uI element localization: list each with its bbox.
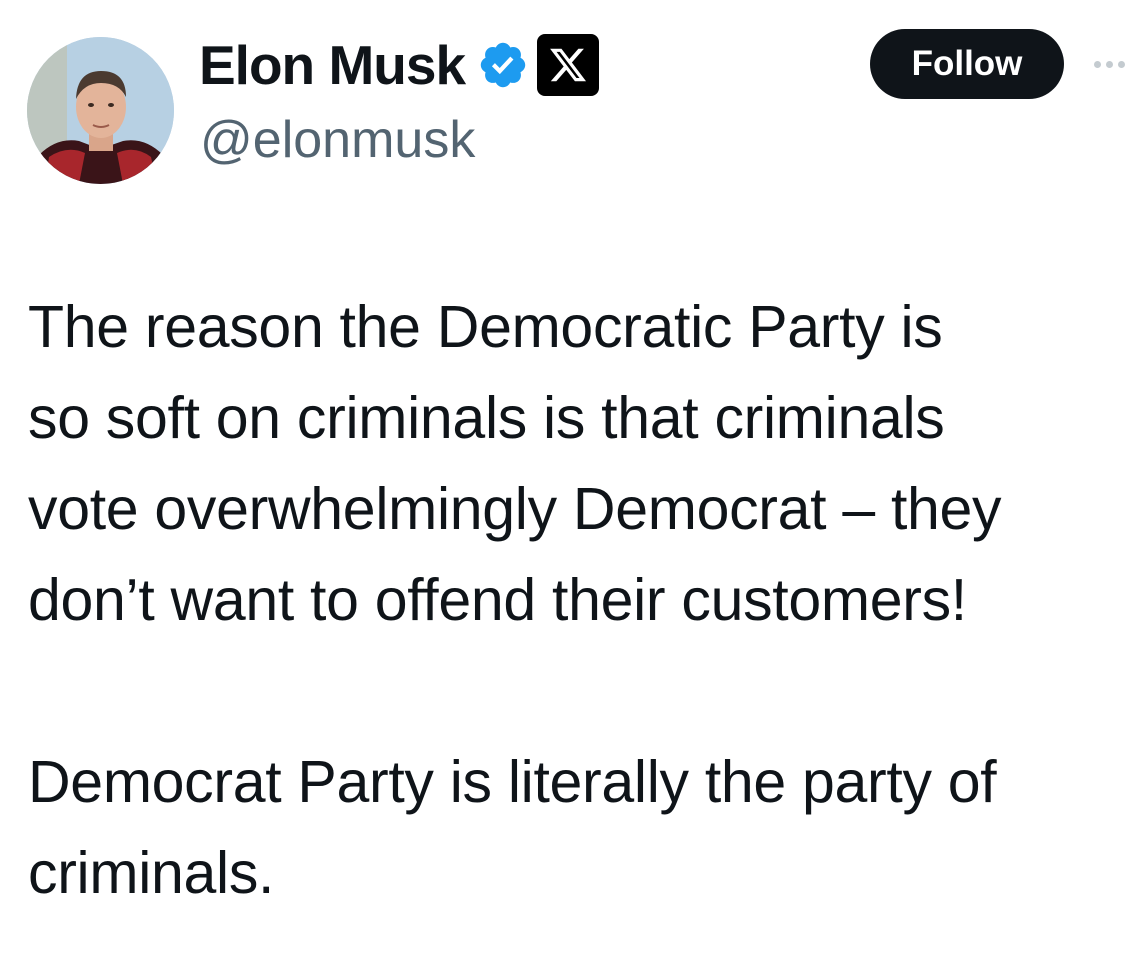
follow-button[interactable]: Follow: [870, 29, 1064, 99]
profile-photo: [27, 37, 174, 184]
more-options-icon[interactable]: [1094, 57, 1130, 71]
author-name-row: Elon Musk: [199, 30, 600, 100]
tweet-line: vote overwhelmingly Democrat – they: [28, 476, 1002, 542]
tweet-line: so soft on criminals is that criminals: [28, 385, 945, 451]
author-handle[interactable]: @elonmusk: [200, 110, 475, 170]
avatar[interactable]: [27, 37, 174, 184]
x-logo-icon[interactable]: [537, 34, 600, 96]
tweet-line: The reason the Democratic Party is: [28, 294, 943, 360]
tweet-line: Democrat Party is literally the party of: [28, 749, 997, 815]
tweet-line: don’t want to offend their customers!: [28, 567, 967, 633]
tweet-line: criminals.: [28, 840, 275, 906]
tweet-text: The reason the Democratic Party is so so…: [28, 282, 1130, 932]
author-display-name[interactable]: Elon Musk: [199, 33, 466, 97]
verified-badge-icon[interactable]: [477, 39, 529, 91]
